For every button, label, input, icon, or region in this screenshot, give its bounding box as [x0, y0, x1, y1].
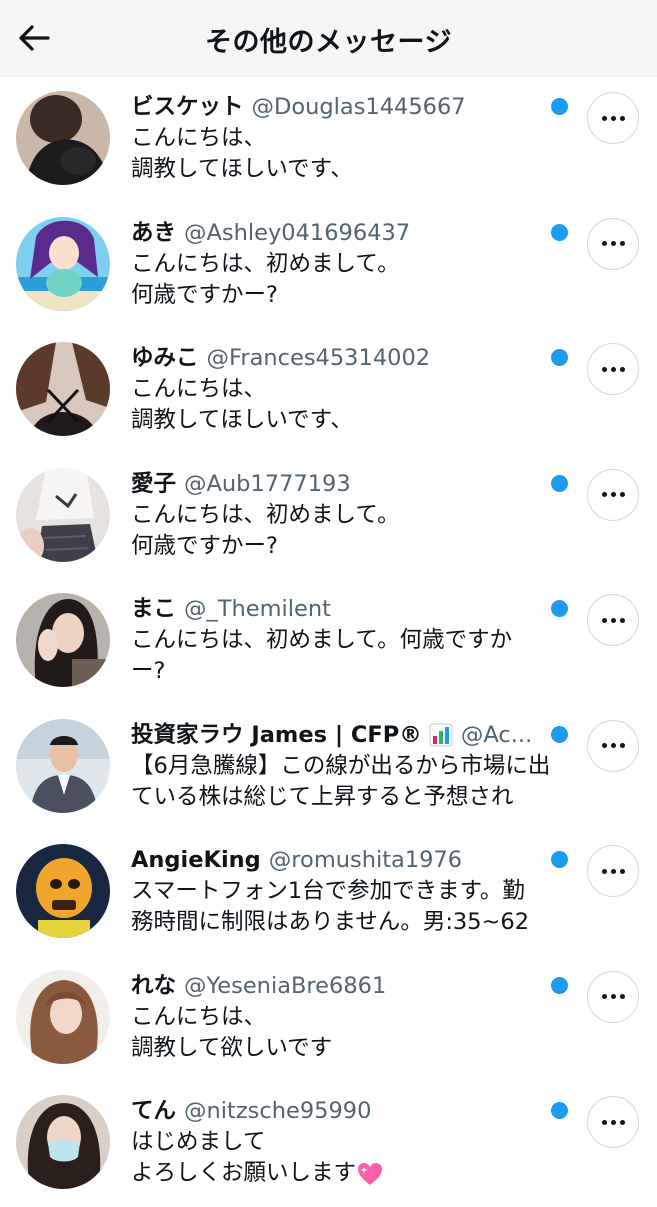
avatar	[16, 1095, 110, 1189]
message-preview-line: こんにちは、	[131, 376, 267, 402]
sender-handle: @Aub1777193	[184, 470, 351, 497]
avatar	[16, 216, 110, 311]
more-icon	[601, 366, 625, 372]
unread-indicator	[551, 98, 568, 115]
more-options-button[interactable]	[587, 1096, 639, 1148]
message-row[interactable]: AngieKing @romushita1976 スマートフォン1台で参加できます…	[0, 830, 657, 956]
more-icon	[601, 492, 625, 497]
unread-indicator	[551, 349, 568, 366]
more-options-button[interactable]	[587, 217, 639, 270]
more-icon	[601, 868, 625, 874]
unread-indicator	[551, 851, 568, 868]
message-preview-line: 調教してほしいです、	[131, 156, 353, 182]
message-row[interactable]: ゆみこ @Frances45314002 こんにちは、 調教してほしいです、	[0, 328, 657, 454]
message-preview-line: 調教してほしいです、	[131, 407, 353, 433]
message-row[interactable]: あき @Ashley041696437 こんにちは、初めまして。 何歳ですかー?	[0, 203, 657, 329]
sender-handle: @nitzsche95990	[184, 1098, 372, 1124]
sender-name: れな	[131, 972, 177, 999]
avatar	[16, 969, 110, 1064]
more-icon	[601, 1119, 625, 1125]
message-preview-line: ている株は総じて上昇すると予想され	[131, 783, 514, 810]
message-row[interactable]: ビスケット @Douglas1445667 こんにちは、 調教してほしいです、	[0, 77, 657, 203]
more-icon	[601, 115, 625, 121]
avatar	[16, 593, 110, 687]
unread-indicator	[551, 1102, 568, 1119]
more-options-button[interactable]	[587, 92, 639, 144]
message-preview-line: こんにちは、初めまして。	[131, 501, 400, 528]
sender-name: あき	[131, 219, 177, 246]
sender-name: てん	[131, 1098, 177, 1124]
sender-name: 投資家ラウ James | CFP®	[131, 721, 422, 748]
more-options-button[interactable]	[587, 468, 639, 521]
sparkling-heart-icon	[358, 1162, 383, 1185]
sender-name: AngieKing	[131, 847, 261, 873]
sender-name: まこ	[131, 596, 177, 622]
message-row[interactable]: 愛子 @Aub1777193 こんにちは、初めまして。 何歳ですかー?	[0, 454, 657, 580]
message-row[interactable]: まこ @_Themilent こんにちは、初めまして。何歳ですか ー?	[0, 579, 657, 705]
message-preview-line: こんにちは、初めまして。何歳ですか	[131, 627, 513, 653]
message-request-list: ビスケット @Douglas1445667 こんにちは、 調教してほしいです、 あ…	[0, 77, 657, 1207]
message-preview-line: こんにちは、	[131, 1003, 267, 1030]
unread-indicator	[551, 600, 568, 617]
unread-indicator	[551, 474, 568, 492]
unread-indicator	[551, 976, 568, 994]
avatar	[16, 718, 110, 813]
more-icon	[601, 241, 625, 246]
message-preview-line: 調教して欲しいです	[131, 1034, 333, 1061]
more-icon	[601, 743, 625, 748]
avatar	[16, 91, 110, 185]
sender-name: 愛子	[131, 470, 177, 497]
sender-handle: @_Themilent	[184, 596, 331, 622]
message-row[interactable]: れな @YeseniaBre6861 こんにちは、 調教して欲しいです	[0, 956, 657, 1082]
sender-handle: @Douglas1445667	[251, 94, 466, 120]
page-title: その他のメッセージ	[205, 27, 452, 58]
more-options-button[interactable]	[587, 594, 639, 646]
message-preview-line: 【6月急騰線】この線が出るから市場に出	[131, 752, 551, 779]
message-preview-line: はじめまして	[131, 1129, 266, 1155]
message-preview-line: 何歳ですかー?	[131, 532, 278, 559]
more-options-button[interactable]	[587, 719, 639, 772]
more-icon	[601, 994, 625, 999]
message-preview-line: こんにちは、初めまして。	[131, 250, 400, 277]
sender-handle: @Ac...	[460, 721, 533, 748]
bar-chart-icon	[429, 723, 453, 747]
sender-name: ビスケット	[131, 94, 244, 120]
message-preview-line: 何歳ですかー?	[131, 281, 278, 308]
avatar	[16, 342, 110, 436]
more-icon	[601, 617, 625, 623]
sender-handle: @Ashley041696437	[184, 219, 411, 246]
sender-name: ゆみこ	[131, 345, 199, 371]
sender-handle: @YeseniaBre6861	[184, 972, 387, 999]
sender-handle: @romushita1976	[268, 847, 463, 873]
more-options-button[interactable]	[587, 970, 639, 1023]
unread-indicator	[551, 223, 568, 241]
message-row[interactable]: 投資家ラウ James | CFP® @Ac... 【6月急騰線】この線が出るか…	[0, 705, 657, 831]
unread-indicator	[551, 725, 568, 743]
message-preview-line: スマートフォン1台で参加できます。勤	[131, 878, 525, 904]
message-preview-line: よろしくお願いします	[131, 1160, 357, 1186]
message-preview-line: ー?	[131, 658, 166, 684]
message-preview-line: こんにちは、	[131, 125, 267, 151]
more-options-button[interactable]	[587, 845, 639, 897]
avatar	[16, 467, 110, 562]
sender-handle: @Frances45314002	[206, 345, 431, 371]
top-bar: その他のメッセージ	[0, 0, 657, 77]
message-preview-line: 務時間に制限はありません。男:35~62	[131, 909, 530, 935]
more-options-button[interactable]	[587, 343, 639, 395]
avatar	[16, 844, 110, 938]
message-row[interactable]: てん @nitzsche95990 はじめまして よろしくお願いします	[0, 1081, 657, 1207]
